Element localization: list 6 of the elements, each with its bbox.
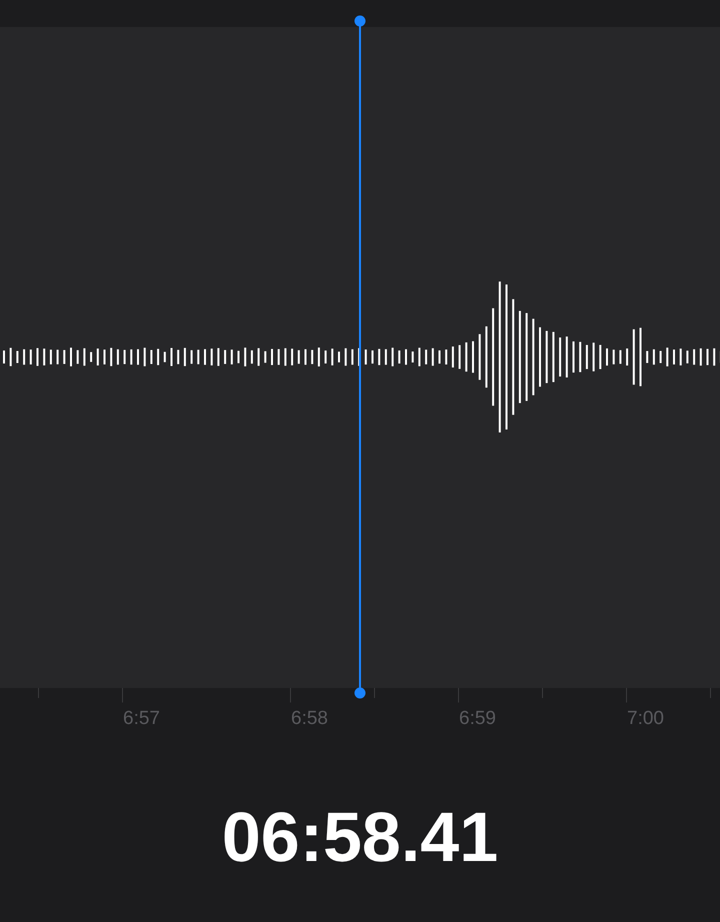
elapsed-time: 06:58.41 — [222, 797, 498, 877]
timeline-label: 6:58 — [291, 708, 328, 730]
playhead[interactable] — [354, 15, 366, 699]
timeline-label: 6:59 — [459, 708, 496, 730]
timeline-label: 6:57 — [123, 708, 160, 730]
timeline-label: 7:00 — [627, 708, 664, 730]
